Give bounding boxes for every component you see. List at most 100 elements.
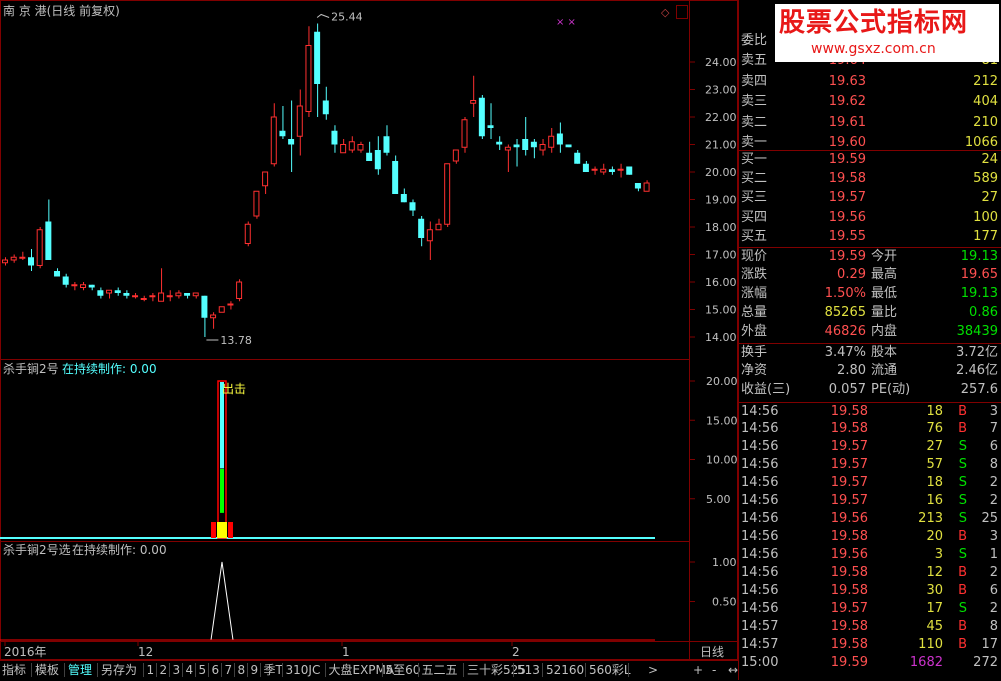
- candle-body-up: [591, 168, 598, 171]
- chart-expand-icon[interactable]: ◇: [661, 7, 669, 18]
- buy-row: 买四 19.56 100: [738, 209, 1001, 227]
- year-label: 2016年: [4, 645, 47, 659]
- candle-body-up: [236, 281, 243, 299]
- candle-body-down: [565, 144, 572, 148]
- signal-text: 出击: [222, 382, 247, 396]
- candle-body-down: [374, 150, 381, 170]
- tick-row: 14:56 19.57 57 S 8: [738, 456, 1001, 474]
- toolbar-item[interactable]: 513: [517, 661, 540, 679]
- quote-value: 19.13: [960, 286, 998, 301]
- toolbar-item[interactable]: 52160: [546, 661, 584, 679]
- toolbar-minus-button[interactable]: -: [712, 661, 716, 679]
- fund-label: 净资: [741, 363, 768, 378]
- toolbar-separator: [233, 663, 235, 677]
- toolbar-item[interactable]: 5至60: [386, 661, 421, 679]
- toolbar-more-button[interactable]: ↔: [728, 661, 738, 679]
- toolbar-item[interactable]: 560彩L: [589, 661, 631, 679]
- signal-bar-red: [211, 522, 216, 538]
- toolbar-item[interactable]: 2: [160, 661, 168, 679]
- tick-price: 19.59: [830, 655, 868, 670]
- toolbar-item[interactable]: 3: [173, 661, 181, 679]
- sell-level-label: 卖四: [741, 73, 768, 89]
- candle-body-up: [166, 295, 173, 298]
- indicator2-tick-label: 1.00: [712, 556, 737, 569]
- chart-canvas[interactable]: 24.0023.0022.0021.0020.0019.0018.0017.00…: [0, 0, 738, 660]
- toolbar-item[interactable]: 模板: [35, 661, 59, 679]
- tick-volume: 213: [918, 511, 943, 526]
- main-chart-title: 南 京 港(日线 前复权): [3, 4, 120, 18]
- tick-side: S: [958, 457, 967, 472]
- toolbar-item[interactable]: 6: [212, 661, 220, 679]
- bottom-toolbar: 指标 模板 管理 另存为 1 2 3 4 5 6 7 8 9 季T 310JC 大盘EXPMA 5至60 五二五三…: [0, 660, 738, 681]
- tick-count: 8: [989, 457, 998, 472]
- tick-side: B: [958, 404, 967, 419]
- tick-count: 6: [989, 583, 998, 598]
- fund-value: 2.80: [837, 363, 866, 378]
- indicator2-tick-label: 0.50: [712, 596, 737, 609]
- candle-body-down: [322, 100, 329, 115]
- tick-side: B: [958, 421, 967, 436]
- candle-body-down: [62, 276, 69, 285]
- toolbar-separator: [259, 663, 261, 677]
- quote-label: 内盘: [871, 324, 898, 339]
- candle-body-up: [426, 229, 433, 242]
- toolbar-add-button[interactable]: +: [693, 661, 703, 679]
- candle-body-up: [643, 182, 650, 192]
- toolbar-separator: [463, 663, 464, 677]
- toolbar-item[interactable]: 另存为: [101, 661, 137, 679]
- toolbar-item[interactable]: 4: [186, 661, 194, 679]
- indicator1-label: 在持续制作: 0.00: [62, 362, 157, 376]
- tick-row: 14:56 19.56 213 S 25: [738, 510, 1001, 528]
- tick-price: 19.57: [830, 493, 868, 508]
- toolbar-separator: [628, 663, 629, 677]
- tick-time: 14:56: [741, 565, 779, 580]
- indicator-tick-label: 20.00: [706, 375, 738, 388]
- tick-price: 19.57: [830, 601, 868, 616]
- sell-volume: 210: [973, 114, 998, 130]
- price-tick-label: 21.00: [705, 139, 737, 152]
- candle-body-up: [244, 223, 251, 244]
- toolbar-separator: [220, 663, 222, 677]
- candle-body-down: [608, 169, 615, 172]
- indicator2-name: 杀手锏2号选: [3, 543, 71, 557]
- period-label[interactable]: 日线: [700, 646, 724, 658]
- price-tick-label: 16.00: [705, 276, 737, 289]
- signal-bar-yellow: [217, 522, 227, 538]
- toolbar-item[interactable]: 8: [238, 661, 246, 679]
- candle-body-down: [513, 144, 520, 148]
- tick-count: 25: [981, 511, 998, 526]
- sell-level-label: 卖五: [741, 53, 768, 68]
- toolbar-item[interactable]: 季T: [264, 661, 283, 679]
- toolbar-item[interactable]: 指标: [2, 661, 26, 679]
- toolbar-item[interactable]: 9: [251, 661, 259, 679]
- candle-body-down: [97, 290, 104, 296]
- candle-body-up: [617, 168, 624, 171]
- tick-time: 15:00: [741, 655, 779, 670]
- toolbar-item[interactable]: 大盘EXPMA: [329, 661, 395, 679]
- candle-body-up: [106, 289, 113, 294]
- toolbar-separator: [64, 663, 65, 677]
- fund-value: 2.46亿: [956, 363, 998, 378]
- tick-time: 14:56: [741, 529, 779, 544]
- toolbar-item[interactable]: 5: [199, 661, 207, 679]
- buy-volume: 27: [981, 190, 998, 205]
- toolbar-item[interactable]: 管理: [68, 661, 92, 679]
- candle-body-up: [36, 229, 43, 266]
- toolbar-item[interactable]: 1: [147, 661, 155, 679]
- candle-body-up: [140, 298, 147, 300]
- toolbar-item[interactable]: 五二五: [422, 661, 458, 679]
- quote-label: 总量: [741, 305, 768, 320]
- chart-restore-icon[interactable]: [676, 5, 688, 19]
- toolbar-item[interactable]: 310JC: [286, 661, 321, 679]
- quote-value: 85265: [824, 305, 866, 320]
- tick-count: 17: [981, 637, 998, 652]
- toolbar-next-button[interactable]: >: [648, 661, 658, 679]
- tick-price: 19.56: [830, 511, 868, 526]
- toolbar-item[interactable]: 7: [225, 661, 233, 679]
- tick-price: 19.57: [830, 475, 868, 490]
- price-tick-label: 15.00: [705, 304, 737, 317]
- price-tick-label: 20.00: [705, 166, 737, 179]
- tick-price: 19.57: [830, 439, 868, 454]
- toolbar-separator: [155, 663, 157, 677]
- candle-body-up: [305, 45, 312, 112]
